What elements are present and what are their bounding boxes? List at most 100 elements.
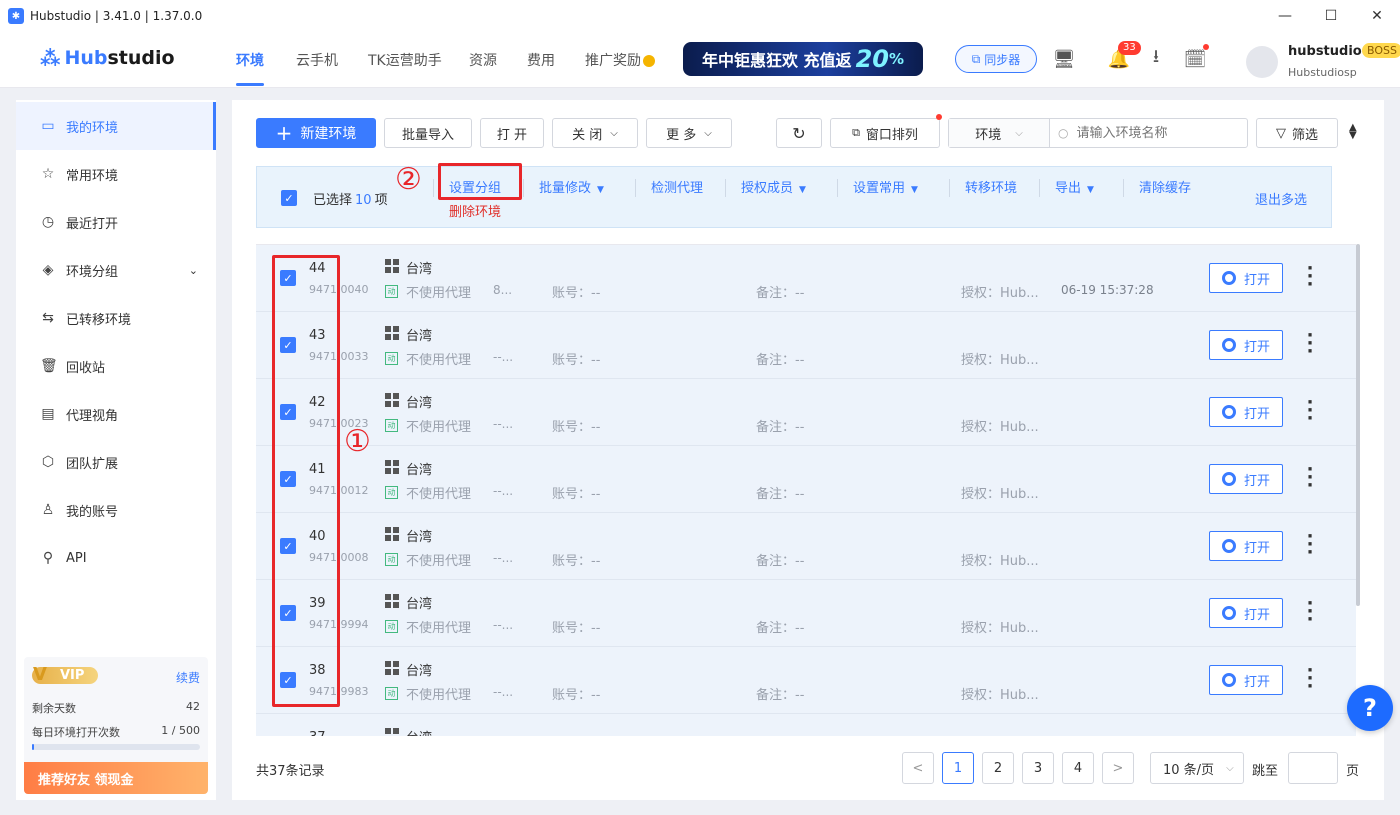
windows-icon bbox=[385, 728, 399, 736]
minimize-button[interactable]: — bbox=[1262, 0, 1308, 32]
nav-env[interactable]: 环境 bbox=[236, 50, 264, 86]
sync-icon: ⧉ bbox=[971, 51, 981, 66]
sidebar-item-common-env[interactable]: ☆ 常用环境 bbox=[16, 150, 216, 198]
chrome-icon bbox=[1221, 271, 1236, 285]
select-all-checkbox[interactable]: ✓ bbox=[281, 190, 297, 206]
nav-cloud-phone[interactable]: 云手机 bbox=[296, 50, 338, 70]
more-options-icon[interactable]: · · · bbox=[1304, 662, 1316, 696]
export-action[interactable]: 导出 ▼ bbox=[1055, 177, 1094, 196]
app-header: ⁂ Hub studio 环境 云手机 TK运营助手 资源 费用 推广奖励 年中钜… bbox=[0, 32, 1400, 88]
sidebar-item-team-expand[interactable]: ⬡ 团队扩展 bbox=[16, 438, 216, 486]
batch-import-button[interactable]: 批量导入 bbox=[384, 118, 472, 148]
sidebar-item-proxy-view[interactable]: ▤ 代理视角 bbox=[16, 390, 216, 438]
help-button[interactable]: ? bbox=[1347, 685, 1393, 731]
total-records: 共37条记录 bbox=[256, 764, 325, 779]
boss-badge: BOSS bbox=[1362, 43, 1400, 58]
open-button[interactable]: 打 开 bbox=[480, 118, 544, 148]
more-dropdown[interactable]: 更 多 ⌵ bbox=[646, 118, 732, 148]
clear-cache-action[interactable]: 清除缓存 bbox=[1139, 177, 1191, 196]
monitor-icon[interactable]: 🖥 bbox=[1053, 48, 1076, 70]
open-env-button[interactable]: 打开 bbox=[1209, 531, 1283, 561]
page-1-button[interactable]: 1 bbox=[942, 752, 974, 784]
open-env-button[interactable]: 打开 bbox=[1209, 330, 1283, 360]
check-proxy-action[interactable]: 检测代理 bbox=[651, 177, 703, 196]
table-row[interactable]: ✓ 40 9471 0008 台湾 动 不使用代理 --... 账号：-- 备注… bbox=[256, 513, 1356, 580]
sidebar-item-my-account[interactable]: ♙ 我的账号 bbox=[16, 486, 216, 534]
env-region: 台湾 bbox=[406, 530, 433, 545]
table-row[interactable]: ✓ 38 9471 9983 台湾 动 不使用代理 --... 账号：-- 备注… bbox=[256, 647, 1356, 714]
proxy-type-icon: 动 bbox=[385, 486, 398, 499]
sidebar-item-my-env[interactable]: ▭ 我的环境 bbox=[16, 102, 216, 150]
avatar[interactable] bbox=[1246, 46, 1278, 78]
sort-icon[interactable]: ▲ ▼ bbox=[1349, 123, 1357, 141]
table-row[interactable]: ✓ 41 9471 0012 台湾 动 不使用代理 --... 账号：-- 备注… bbox=[256, 446, 1356, 513]
logo[interactable]: ⁂ Hub studio bbox=[40, 46, 175, 70]
transfer-env-action[interactable]: 转移环境 bbox=[965, 177, 1017, 196]
refer-friend-banner[interactable]: 推荐好友 领现金 bbox=[24, 762, 208, 794]
next-page-button[interactable]: > bbox=[1102, 752, 1134, 784]
close-window-button[interactable]: ✕ bbox=[1354, 0, 1400, 32]
table-row[interactable]: ✓ 44 9471 0040 台湾 动 不使用代理 8... 账号：-- 备注：… bbox=[256, 245, 1356, 312]
table-row[interactable]: ✓ 37 台湾 动 ··· bbox=[256, 714, 1356, 736]
delete-env-action[interactable]: 删除环境 bbox=[449, 201, 501, 220]
close-dropdown[interactable]: 关 闭 ⌵ bbox=[552, 118, 638, 148]
exit-multi-select[interactable]: 退出多选 bbox=[1255, 189, 1307, 208]
user-name: hubstudio bbox=[1288, 44, 1362, 59]
more-options-icon[interactable]: · · · bbox=[1304, 595, 1316, 629]
download-icon[interactable]: ⭳ bbox=[1145, 46, 1167, 70]
sidebar-item-recent[interactable]: ◷ 最近打开 bbox=[16, 198, 216, 246]
env-proxy: 不使用代理 bbox=[406, 420, 472, 435]
more-options-icon[interactable]: · · · bbox=[1304, 394, 1316, 428]
task-icon[interactable]: 🗓 bbox=[1184, 48, 1207, 70]
open-env-button[interactable]: 打开 bbox=[1209, 665, 1283, 695]
open-env-button[interactable]: 打开 bbox=[1209, 464, 1283, 494]
table-row[interactable]: ✓ 42 9471 0023 台湾 动 不使用代理 --... 账号：-- 备注… bbox=[256, 379, 1356, 446]
open-env-button[interactable]: 打开 bbox=[1209, 598, 1283, 628]
cube-icon: ⬡ bbox=[41, 454, 55, 470]
search-type-select[interactable]: 环境 ⌵ bbox=[949, 119, 1050, 147]
page-size-select[interactable]: 10 条/页 ⌵ bbox=[1150, 752, 1244, 784]
windows-icon bbox=[385, 594, 399, 608]
trash-icon: 🗑 bbox=[40, 358, 58, 374]
env-note: 备注：-- bbox=[756, 688, 805, 703]
more-options-icon[interactable]: · · · bbox=[1304, 327, 1316, 361]
more-options-icon[interactable]: · · · bbox=[1304, 461, 1316, 495]
authorize-members-action[interactable]: 授权成员 ▼ bbox=[741, 177, 806, 196]
batch-edit-action[interactable]: 批量修改 ▼ bbox=[539, 177, 604, 196]
open-env-button[interactable]: 打开 bbox=[1209, 397, 1283, 427]
new-env-button[interactable]: + 新建环境 bbox=[256, 118, 376, 148]
more-options-icon[interactable]: · · · bbox=[1304, 528, 1316, 562]
sidebar-item-transferred[interactable]: ⇆ 已转移环境 bbox=[16, 294, 216, 342]
prev-page-button[interactable]: < bbox=[902, 752, 934, 784]
table-row[interactable]: ✓ 43 9471 0033 台湾 动 不使用代理 --... 账号：-- 备注… bbox=[256, 312, 1356, 379]
promo-banner[interactable]: 年中钜惠狂欢 充值返 20% bbox=[683, 42, 923, 76]
env-proxy-extra: --... bbox=[493, 484, 514, 498]
window-arrange-button[interactable]: ⧉ 窗口排列 bbox=[830, 118, 940, 148]
nav-fees[interactable]: 费用 bbox=[527, 50, 555, 70]
open-env-button[interactable]: 打开 bbox=[1209, 263, 1283, 293]
more-options-icon[interactable]: · · · bbox=[1304, 260, 1316, 294]
nav-tk-assistant[interactable]: TK运营助手 bbox=[368, 50, 442, 70]
sidebar-item-recycle-bin[interactable]: 🗑 回收站 bbox=[16, 342, 216, 390]
windows-icon bbox=[385, 527, 399, 541]
sidebar-item-env-group[interactable]: ◈ 环境分组 ⌄ bbox=[16, 246, 216, 294]
nav-resources[interactable]: 资源 bbox=[469, 50, 497, 70]
list-scrollbar[interactable] bbox=[1356, 244, 1360, 606]
table-row[interactable]: ✓ 39 9471 9994 台湾 动 不使用代理 --... 账号：-- 备注… bbox=[256, 580, 1356, 647]
refresh-button[interactable]: ↻ bbox=[776, 118, 822, 148]
vip-opens-row: 每日环境打开次数 1 / 500 bbox=[32, 724, 200, 739]
page-4-button[interactable]: 4 bbox=[1062, 752, 1094, 784]
vip-opens-progress bbox=[32, 744, 200, 750]
env-note: 备注：-- bbox=[756, 621, 805, 636]
filter-button[interactable]: ▽ 筛选 bbox=[1256, 118, 1338, 148]
jump-page-input[interactable] bbox=[1288, 752, 1338, 784]
set-common-action[interactable]: 设置常用 ▼ bbox=[853, 177, 918, 196]
search-input[interactable] bbox=[1068, 119, 1247, 147]
renew-link[interactable]: 续费 bbox=[176, 669, 200, 686]
page-2-button[interactable]: 2 bbox=[982, 752, 1014, 784]
page-3-button[interactable]: 3 bbox=[1022, 752, 1054, 784]
sync-button[interactable]: ⧉ 同步器 bbox=[955, 45, 1037, 73]
nav-referral-rewards[interactable]: 推广奖励 bbox=[585, 50, 655, 70]
sidebar-item-api[interactable]: ⚲ API bbox=[16, 534, 216, 582]
maximize-button[interactable]: ☐ bbox=[1308, 0, 1354, 32]
